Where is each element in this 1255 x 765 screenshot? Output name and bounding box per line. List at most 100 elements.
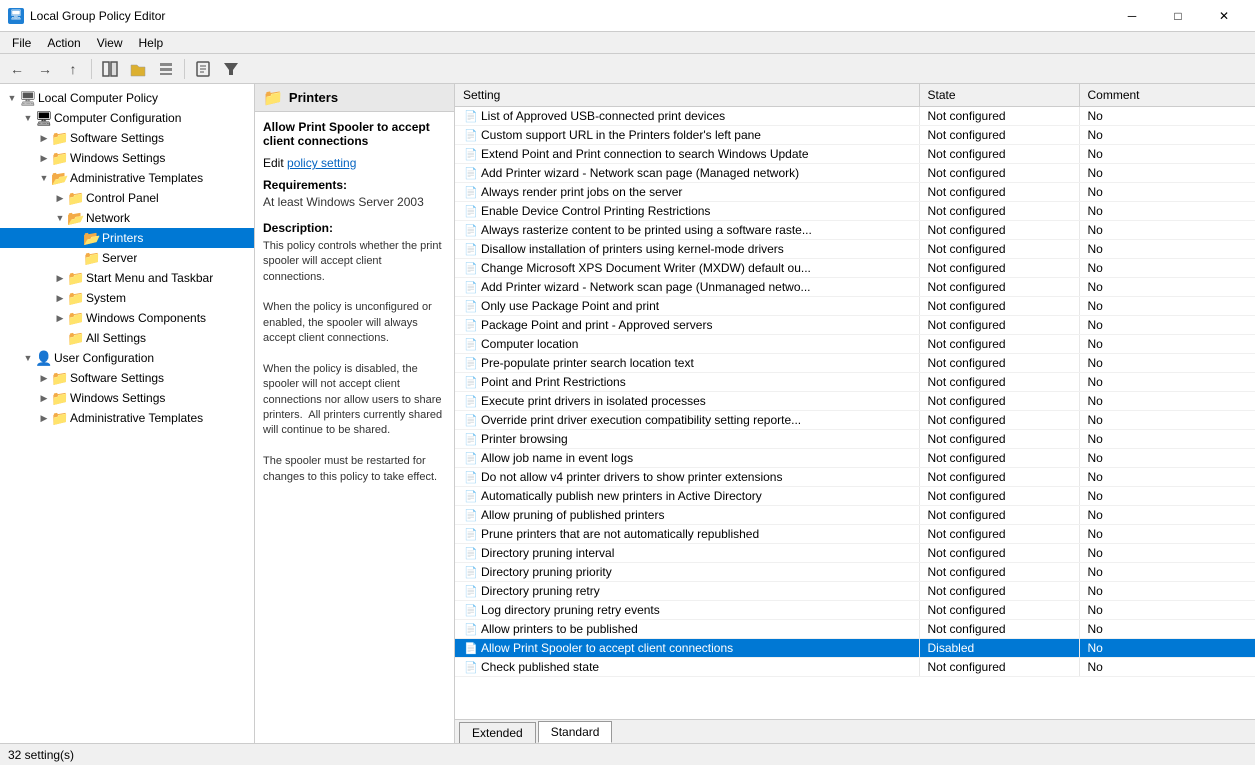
setting-name: Check published state: [481, 660, 599, 674]
table-row[interactable]: 📄 Check published state Not configured N…: [455, 658, 1255, 677]
tree-item-software-settings-2[interactable]: ▶ 📁 Software Settings: [0, 368, 254, 388]
table-row[interactable]: 📄 Pre-populate printer search location t…: [455, 354, 1255, 373]
menu-view[interactable]: View: [89, 34, 131, 52]
settings-table-container[interactable]: Setting State Comment 📄 List of Approved…: [455, 84, 1255, 719]
folder-icon-server: 📁: [84, 250, 100, 266]
tree-item-computer-config[interactable]: ▼ 🖥 Computer Configuration: [0, 108, 254, 128]
cell-comment: No: [1079, 259, 1255, 278]
tree-item-windows-settings-1[interactable]: ▶ 📁 Windows Settings: [0, 148, 254, 168]
tree-toggle-software-settings-2[interactable]: ▶: [36, 370, 52, 386]
tree-item-user-config[interactable]: ▼ 👤 User Configuration: [0, 348, 254, 368]
cell-state: Not configured: [919, 468, 1079, 487]
table-row[interactable]: 📄 Allow pruning of published printers No…: [455, 506, 1255, 525]
tree-item-admin-templates-1[interactable]: ▼ 📂 Administrative Templates: [0, 168, 254, 188]
table-row[interactable]: 📄 Disallow installation of printers usin…: [455, 240, 1255, 259]
back-button[interactable]: ←: [4, 57, 30, 81]
table-row[interactable]: 📄 Computer location Not configured No: [455, 335, 1255, 354]
tree-toggle-network[interactable]: ▼: [52, 210, 68, 226]
close-button[interactable]: ✕: [1201, 0, 1247, 32]
table-row[interactable]: 📄 Directory pruning interval Not configu…: [455, 544, 1255, 563]
table-row[interactable]: 📄 Allow printers to be published Not con…: [455, 620, 1255, 639]
tree-item-root[interactable]: ▼ 🖥 Local Computer Policy: [0, 88, 254, 108]
tree-toggle-computer-config[interactable]: ▼: [20, 110, 36, 126]
table-row[interactable]: 📄 Add Printer wizard - Network scan page…: [455, 278, 1255, 297]
tree-item-server[interactable]: 📁 Server: [0, 248, 254, 268]
table-row[interactable]: 📄 Execute print drivers in isolated proc…: [455, 392, 1255, 411]
tree-toggle-admin-templates-1[interactable]: ▼: [36, 170, 52, 186]
properties-button[interactable]: [190, 57, 216, 81]
tab-standard[interactable]: Standard: [538, 721, 613, 743]
folder-icon-start-menu: 📁: [68, 270, 84, 286]
table-row[interactable]: 📄 Custom support URL in the Printers fol…: [455, 126, 1255, 145]
tree-toggle-admin-templates-2[interactable]: ▶: [36, 410, 52, 426]
col-header-comment[interactable]: Comment: [1079, 84, 1255, 107]
tree-item-control-panel[interactable]: ▶ 📁 Control Panel: [0, 188, 254, 208]
tree-toggle-user-config[interactable]: ▼: [20, 350, 36, 366]
up-button[interactable]: ↑: [60, 57, 86, 81]
menu-help[interactable]: Help: [131, 34, 172, 52]
menu-file[interactable]: File: [4, 34, 39, 52]
show-hide-button[interactable]: [97, 57, 123, 81]
table-row[interactable]: 📄 Printer browsing Not configured No: [455, 430, 1255, 449]
table-row[interactable]: 📄 Log directory pruning retry events Not…: [455, 601, 1255, 620]
tree-label-admin-templates-1: Administrative Templates: [70, 171, 203, 185]
table-row[interactable]: 📄 Always render print jobs on the server…: [455, 183, 1255, 202]
tree-toggle-all-settings[interactable]: [52, 330, 68, 346]
table-row[interactable]: 📄 Override print driver execution compat…: [455, 411, 1255, 430]
policy-link[interactable]: policy setting: [287, 156, 356, 170]
maximize-button[interactable]: □: [1155, 0, 1201, 32]
table-row[interactable]: 📄 Only use Package Point and print Not c…: [455, 297, 1255, 316]
tree-item-system[interactable]: ▶ 📁 System: [0, 288, 254, 308]
tree-toggle-printers[interactable]: [68, 230, 84, 246]
tree-item-admin-templates-2[interactable]: ▶ 📁 Administrative Templates: [0, 408, 254, 428]
table-row[interactable]: 📄 Allow Print Spooler to accept client c…: [455, 639, 1255, 658]
table-row[interactable]: 📄 Do not allow v4 printer drivers to sho…: [455, 468, 1255, 487]
folder-open-icon-admin-templates-1: 📂: [52, 170, 68, 186]
tree-item-windows-components[interactable]: ▶ 📁 Windows Components: [0, 308, 254, 328]
table-row[interactable]: 📄 Extend Point and Print connection to s…: [455, 145, 1255, 164]
requirements-value: At least Windows Server 2003: [263, 194, 446, 211]
tree-toggle-windows-settings-1[interactable]: ▶: [36, 150, 52, 166]
tree-toggle-control-panel[interactable]: ▶: [52, 190, 68, 206]
tree-toggle-windows-settings-2[interactable]: ▶: [36, 390, 52, 406]
list-button[interactable]: [153, 57, 179, 81]
table-row[interactable]: 📄 Automatically publish new printers in …: [455, 487, 1255, 506]
table-row[interactable]: 📄 Allow job name in event logs Not confi…: [455, 449, 1255, 468]
folder-button[interactable]: [125, 57, 151, 81]
table-row[interactable]: 📄 Always rasterize content to be printed…: [455, 221, 1255, 240]
tree-toggle-root[interactable]: ▼: [4, 90, 20, 106]
cell-setting: 📄 Check published state: [455, 658, 919, 677]
cell-comment: No: [1079, 354, 1255, 373]
table-row[interactable]: 📄 Directory pruning retry Not configured…: [455, 582, 1255, 601]
tree-toggle-start-menu[interactable]: ▶: [52, 270, 68, 286]
setting-icon: 📄: [463, 490, 479, 503]
tree-label-windows-components: Windows Components: [86, 311, 206, 325]
tree-item-all-settings[interactable]: 📁 All Settings: [0, 328, 254, 348]
table-row[interactable]: 📄 Prune printers that are not automatica…: [455, 525, 1255, 544]
minimize-button[interactable]: ─: [1109, 0, 1155, 32]
table-row[interactable]: 📄 Change Microsoft XPS Document Writer (…: [455, 259, 1255, 278]
table-row[interactable]: 📄 Enable Device Control Printing Restric…: [455, 202, 1255, 221]
tree-item-windows-settings-2[interactable]: ▶ 📁 Windows Settings: [0, 388, 254, 408]
filter-button[interactable]: [218, 57, 244, 81]
table-row[interactable]: 📄 Directory pruning priority Not configu…: [455, 563, 1255, 582]
table-row[interactable]: 📄 Point and Print Restrictions Not confi…: [455, 373, 1255, 392]
tree-item-software-settings-1[interactable]: ▶ 📁 Software Settings: [0, 128, 254, 148]
tree-item-network[interactable]: ▼ 📂 Network: [0, 208, 254, 228]
col-header-state[interactable]: State: [919, 84, 1079, 107]
tree-toggle-server[interactable]: [68, 250, 84, 266]
tree-item-start-menu[interactable]: ▶ 📁 Start Menu and Taskbar: [0, 268, 254, 288]
tree-item-printers[interactable]: 📂 Printers: [0, 228, 254, 248]
cell-state: Not configured: [919, 278, 1079, 297]
menu-action[interactable]: Action: [39, 34, 88, 52]
table-row[interactable]: 📄 Add Printer wizard - Network scan page…: [455, 164, 1255, 183]
table-row[interactable]: 📄 List of Approved USB-connected print d…: [455, 107, 1255, 126]
col-header-setting[interactable]: Setting: [455, 84, 919, 107]
cell-state: Not configured: [919, 582, 1079, 601]
tab-extended[interactable]: Extended: [459, 722, 536, 743]
tree-toggle-system[interactable]: ▶: [52, 290, 68, 306]
tree-toggle-windows-components[interactable]: ▶: [52, 310, 68, 326]
forward-button[interactable]: →: [32, 57, 58, 81]
tree-toggle-software-settings-1[interactable]: ▶: [36, 130, 52, 146]
table-row[interactable]: 📄 Package Point and print - Approved ser…: [455, 316, 1255, 335]
